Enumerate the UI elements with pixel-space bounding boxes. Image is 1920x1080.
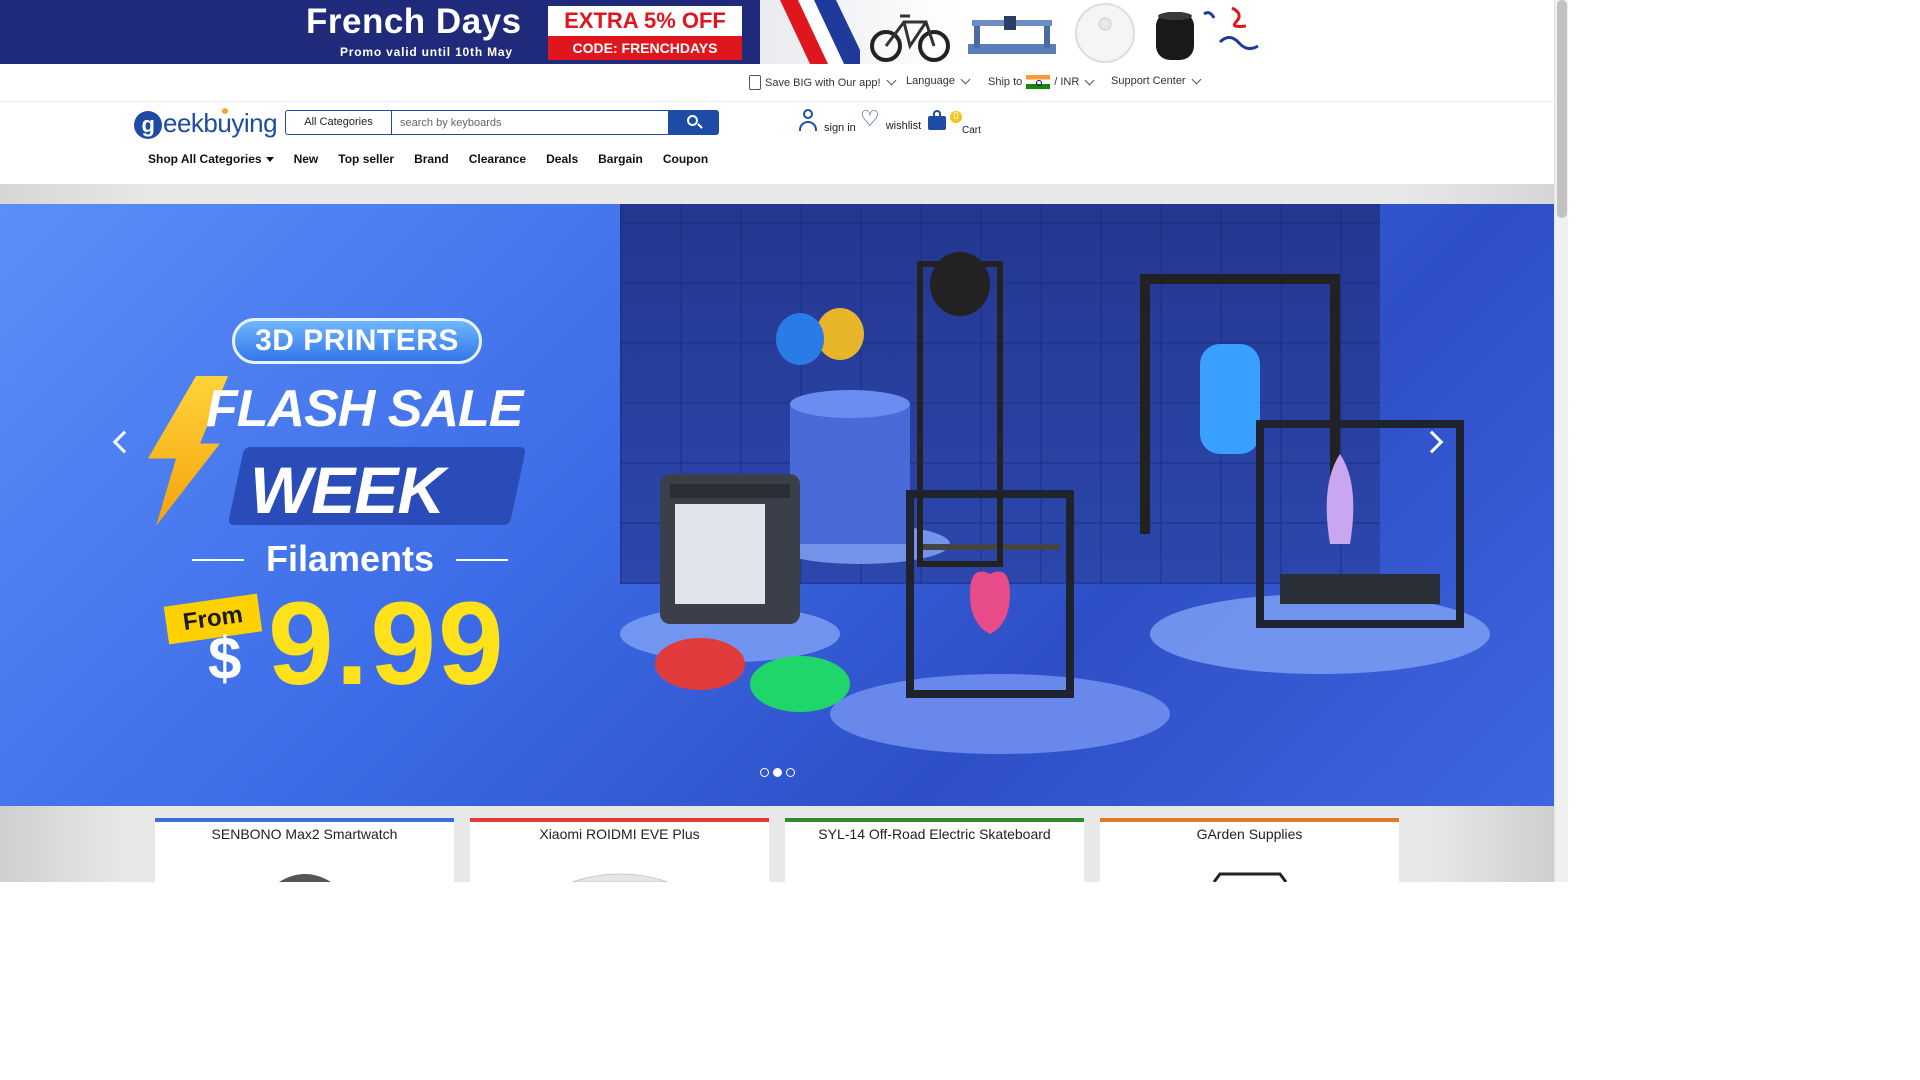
laser-engraver-icon	[968, 16, 1056, 54]
language-label: Language	[906, 75, 955, 87]
promo-code: CODE: FRENCHDAYS	[548, 36, 742, 60]
nav-item-bargain[interactable]: Bargain	[598, 152, 643, 166]
main-nav: Shop All Categories New Top seller Brand…	[148, 152, 728, 166]
garden-supplies-thumbnail	[1212, 872, 1287, 882]
divider-strip	[0, 184, 1554, 204]
chevron-down-icon	[1191, 74, 1202, 84]
language-selector[interactable]: Language	[906, 74, 971, 87]
wishlist-link[interactable]: ♡ wishlist	[860, 106, 922, 133]
divider-line	[456, 559, 508, 561]
chevron-down-icon	[1084, 75, 1095, 85]
ebike-icon	[870, 14, 950, 62]
promo-offer: EXTRA 5% OFF	[564, 8, 726, 33]
featured-card-skateboard[interactable]: SYL-14 Off-Road Electric Skateboard	[785, 818, 1084, 882]
card-title: GArden Supplies	[1196, 826, 1303, 842]
card-accent-bar	[470, 818, 769, 822]
3d-printers-illustration	[620, 252, 1490, 754]
sign-in-link[interactable]: sign in	[798, 108, 856, 134]
carousel-dot-2[interactable]	[773, 768, 782, 777]
nav-item-new[interactable]: New	[294, 152, 319, 166]
featured-card-smartwatch[interactable]: SENBONO Max2 Smartwatch	[155, 818, 454, 882]
card-title: SYL-14 Off-Road Electric Skateboard	[818, 826, 1051, 842]
cart-count-badge: 0	[950, 111, 962, 123]
hero-week: WEEK	[250, 453, 445, 527]
scrollbar-thumb[interactable]	[1557, 0, 1567, 218]
promo-banner[interactable]: French Days Promo valid until 10th May E…	[0, 0, 1554, 64]
carousel-dot-3[interactable]	[786, 768, 795, 777]
featured-card-garden-supplies[interactable]: GArden Supplies	[1100, 818, 1399, 882]
promo-offer-box: EXTRA 5% OFF CODE: FRENCHDAYS	[548, 6, 742, 60]
logo-sun-icon	[222, 108, 228, 114]
page-scrollbar[interactable]	[1554, 0, 1568, 882]
carousel-dot-1[interactable]	[760, 768, 769, 777]
logo-mark: g	[134, 111, 162, 139]
search-category-select[interactable]: All Categories	[285, 110, 391, 135]
hero-price: 9.99	[268, 578, 506, 710]
sign-in-label: sign in	[824, 122, 856, 134]
utility-bar: Save BIG with Our app! Language Ship to …	[0, 64, 1554, 102]
site-logo[interactable]: g eekbuying	[134, 108, 278, 139]
ship-to-selector[interactable]: Ship to / INR	[988, 75, 1095, 89]
caret-down-icon	[265, 157, 274, 162]
nav-item-coupon[interactable]: Coupon	[663, 152, 708, 166]
app-link-label: Save BIG with Our app!	[765, 76, 881, 89]
divider-line	[192, 559, 244, 561]
cart-label: Cart	[962, 125, 981, 136]
robot-vacuum-thumbnail	[571, 873, 668, 882]
phone-icon	[749, 75, 761, 90]
hero-category-pill: 3D PRINTERS	[232, 318, 482, 364]
promo-title: French Days	[306, 2, 522, 41]
search-bar: All Categories	[285, 110, 719, 135]
card-accent-bar	[155, 818, 454, 822]
promo-subtitle: Promo valid until 10th May	[340, 45, 513, 59]
card-title: SENBONO Max2 Smartwatch	[211, 826, 398, 842]
smartwatch-thumbnail	[278, 874, 331, 882]
chevron-down-icon	[886, 75, 897, 86]
featured-card-robot-vacuum[interactable]: Xiaomi ROIDMI EVE Plus	[470, 818, 769, 882]
carousel-prev-arrow-icon[interactable]	[112, 430, 136, 454]
india-flag-icon	[1026, 75, 1051, 89]
heart-icon: ♡	[860, 106, 880, 131]
nav-item-brand[interactable]: Brand	[414, 152, 449, 166]
card-accent-bar	[1100, 818, 1399, 822]
nav-item-deals[interactable]: Deals	[546, 152, 578, 166]
support-center-label: Support Center	[1111, 75, 1186, 87]
currency-label: / INR	[1054, 76, 1080, 88]
user-icon	[798, 108, 818, 132]
nav-shop-all-categories[interactable]: Shop All Categories	[148, 152, 274, 166]
chevron-down-icon	[960, 74, 971, 84]
ribbon-decoration-icon	[1203, 6, 1259, 51]
app-download-link[interactable]: Save BIG with Our app!	[749, 75, 897, 90]
hero-filaments: Filaments	[266, 538, 435, 579]
hero-flash-sale: FLASH SALE	[206, 380, 523, 438]
card-accent-bar	[785, 818, 1084, 822]
carousel-indicators	[760, 768, 795, 777]
page: French Days Promo valid until 10th May E…	[0, 0, 1568, 882]
nav-item-clearance[interactable]: Clearance	[469, 152, 526, 166]
robot-vacuum-icon	[1075, 3, 1135, 63]
hero-dollar-sign: $	[208, 625, 242, 692]
smart-speaker-icon	[1156, 12, 1194, 60]
logo-text: eekbuying	[163, 108, 278, 138]
nav-shop-all-label: Shop All Categories	[148, 152, 262, 166]
card-title: Xiaomi ROIDMI EVE Plus	[539, 826, 700, 842]
hero-carousel[interactable]: 3D PRINTERS FLASH SALE WEEK Filaments Fr…	[0, 204, 1554, 806]
wishlist-label: wishlist	[885, 120, 922, 132]
shopping-bag-icon	[928, 110, 946, 130]
nav-item-top-seller[interactable]: Top seller	[338, 152, 394, 166]
search-button[interactable]	[669, 110, 719, 135]
french-flag-ribbon-icon	[780, 0, 860, 64]
ship-to-label: Ship to	[988, 76, 1023, 88]
support-center-menu[interactable]: Support Center	[1111, 74, 1202, 87]
search-input[interactable]	[391, 110, 669, 135]
